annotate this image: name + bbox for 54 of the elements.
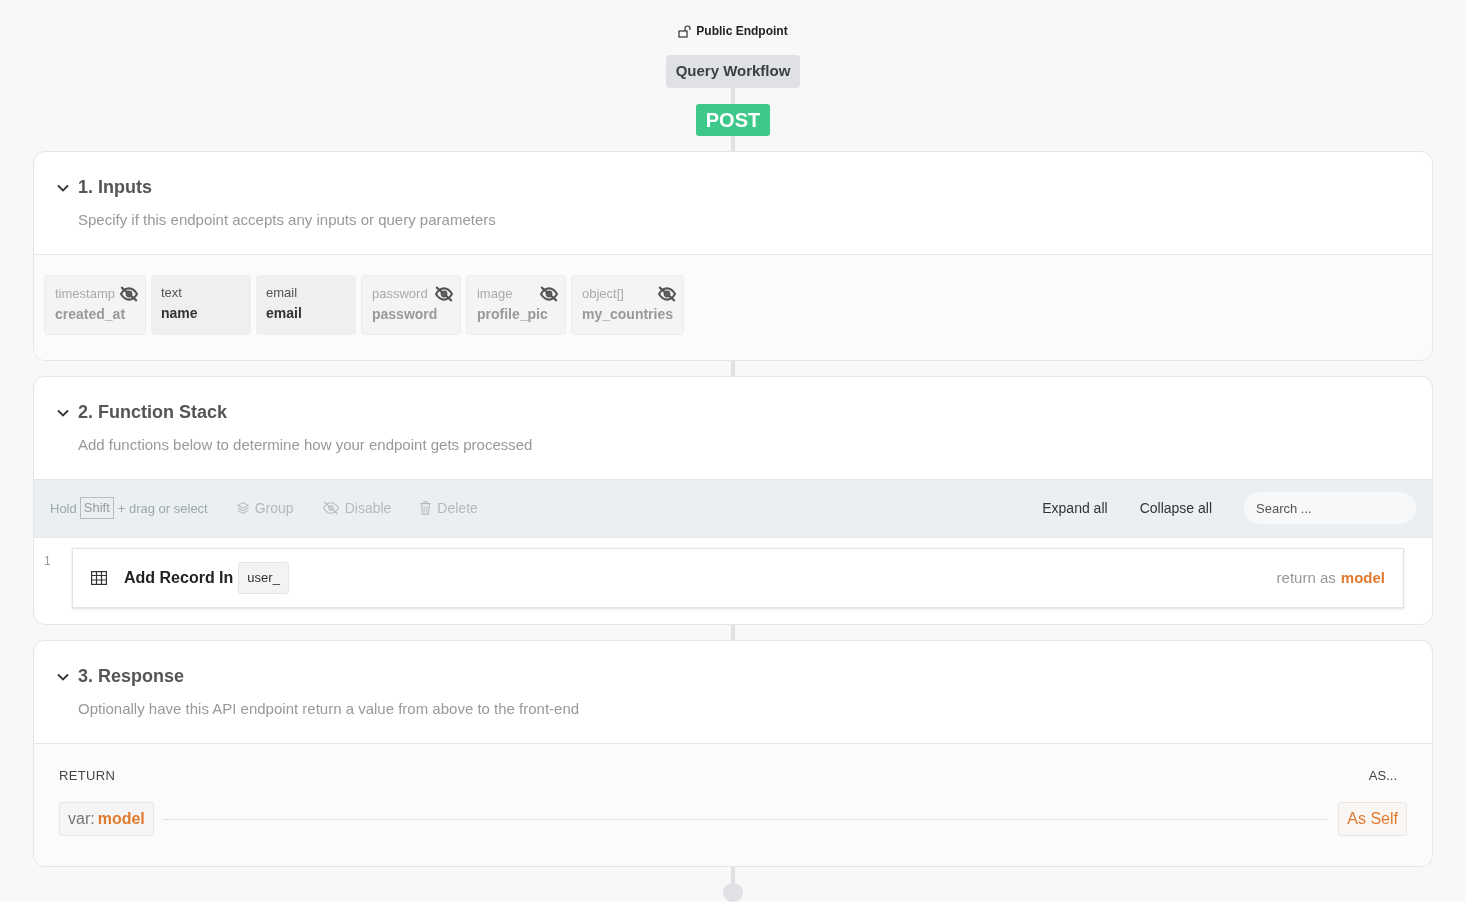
access-label: Public Endpoint <box>696 23 788 40</box>
eye-off-icon <box>321 501 340 516</box>
variable-prefix: var: <box>68 810 95 828</box>
hold-label: Hold <box>50 499 77 518</box>
method-badge: POST <box>695 103 771 136</box>
variable-tag[interactable]: var: model <box>59 802 154 837</box>
hint-text: + drag or select <box>117 499 208 518</box>
section-title: 3. Response <box>78 665 185 689</box>
search-field[interactable]: Search ... <box>1244 492 1416 525</box>
input-name: password <box>371 304 439 324</box>
input-type: text <box>160 283 182 302</box>
return-heading: RETURN <box>59 766 116 785</box>
toolbar-button[interactable]: Collapse all <box>1139 497 1212 519</box>
as-self-button[interactable]: As Self <box>1338 802 1407 837</box>
input-type: timestamp <box>55 284 115 303</box>
input-name: name <box>160 303 199 323</box>
input-chip[interactable]: image profile_pic <box>465 274 566 335</box>
toolbar-button[interactable]: Expand all <box>1042 497 1108 519</box>
line-number: 1 <box>44 552 52 570</box>
trash-icon <box>419 501 433 516</box>
section-title: 1. Inputs <box>78 176 152 200</box>
input-type: image <box>476 284 513 303</box>
section-description: Specify if this endpoint accepts any inputs or query parameters <box>78 210 497 231</box>
eye-off-icon <box>118 285 139 302</box>
input-type: object[] <box>581 284 624 303</box>
input-chip[interactable]: object[] my_countries <box>570 274 684 335</box>
section-title: 2. Function Stack <box>78 401 228 425</box>
input-chip[interactable]: email email <box>255 274 356 335</box>
input-name: email <box>265 303 303 323</box>
eye-off-icon <box>538 285 559 302</box>
input-chip[interactable]: text name <box>150 274 251 335</box>
as-heading: AS... <box>1368 766 1397 785</box>
input-name: my_countries <box>581 304 674 324</box>
table-icon <box>91 570 107 585</box>
eye-off-icon <box>433 285 454 302</box>
eye-off-icon <box>657 285 677 302</box>
input-type: email <box>265 283 298 302</box>
unlock-icon <box>678 24 693 38</box>
function-title: Add Record In <box>124 567 234 588</box>
input-name: profile_pic <box>476 304 549 324</box>
table-tag: user_ <box>238 562 289 594</box>
variable-name: model <box>97 810 145 828</box>
input-name: created_at <box>55 304 127 324</box>
input-type: password <box>371 284 428 303</box>
shift-key: Shift <box>79 497 114 520</box>
input-chip[interactable]: password password <box>360 274 461 335</box>
return-variable: model <box>1340 567 1385 588</box>
section-description: Optionally have this API endpoint return a value from above to the front-end <box>78 699 581 720</box>
layers-icon <box>235 501 250 516</box>
input-chip[interactable]: timestamp created_at <box>44 274 146 335</box>
workflow-badge[interactable]: Query Workflow <box>665 55 801 88</box>
function-card[interactable]: Add Record In user_ return as model <box>72 547 1404 608</box>
return-label: return as <box>1276 567 1336 588</box>
section-description: Add functions below to determine how your endpoint gets processed <box>78 435 534 456</box>
